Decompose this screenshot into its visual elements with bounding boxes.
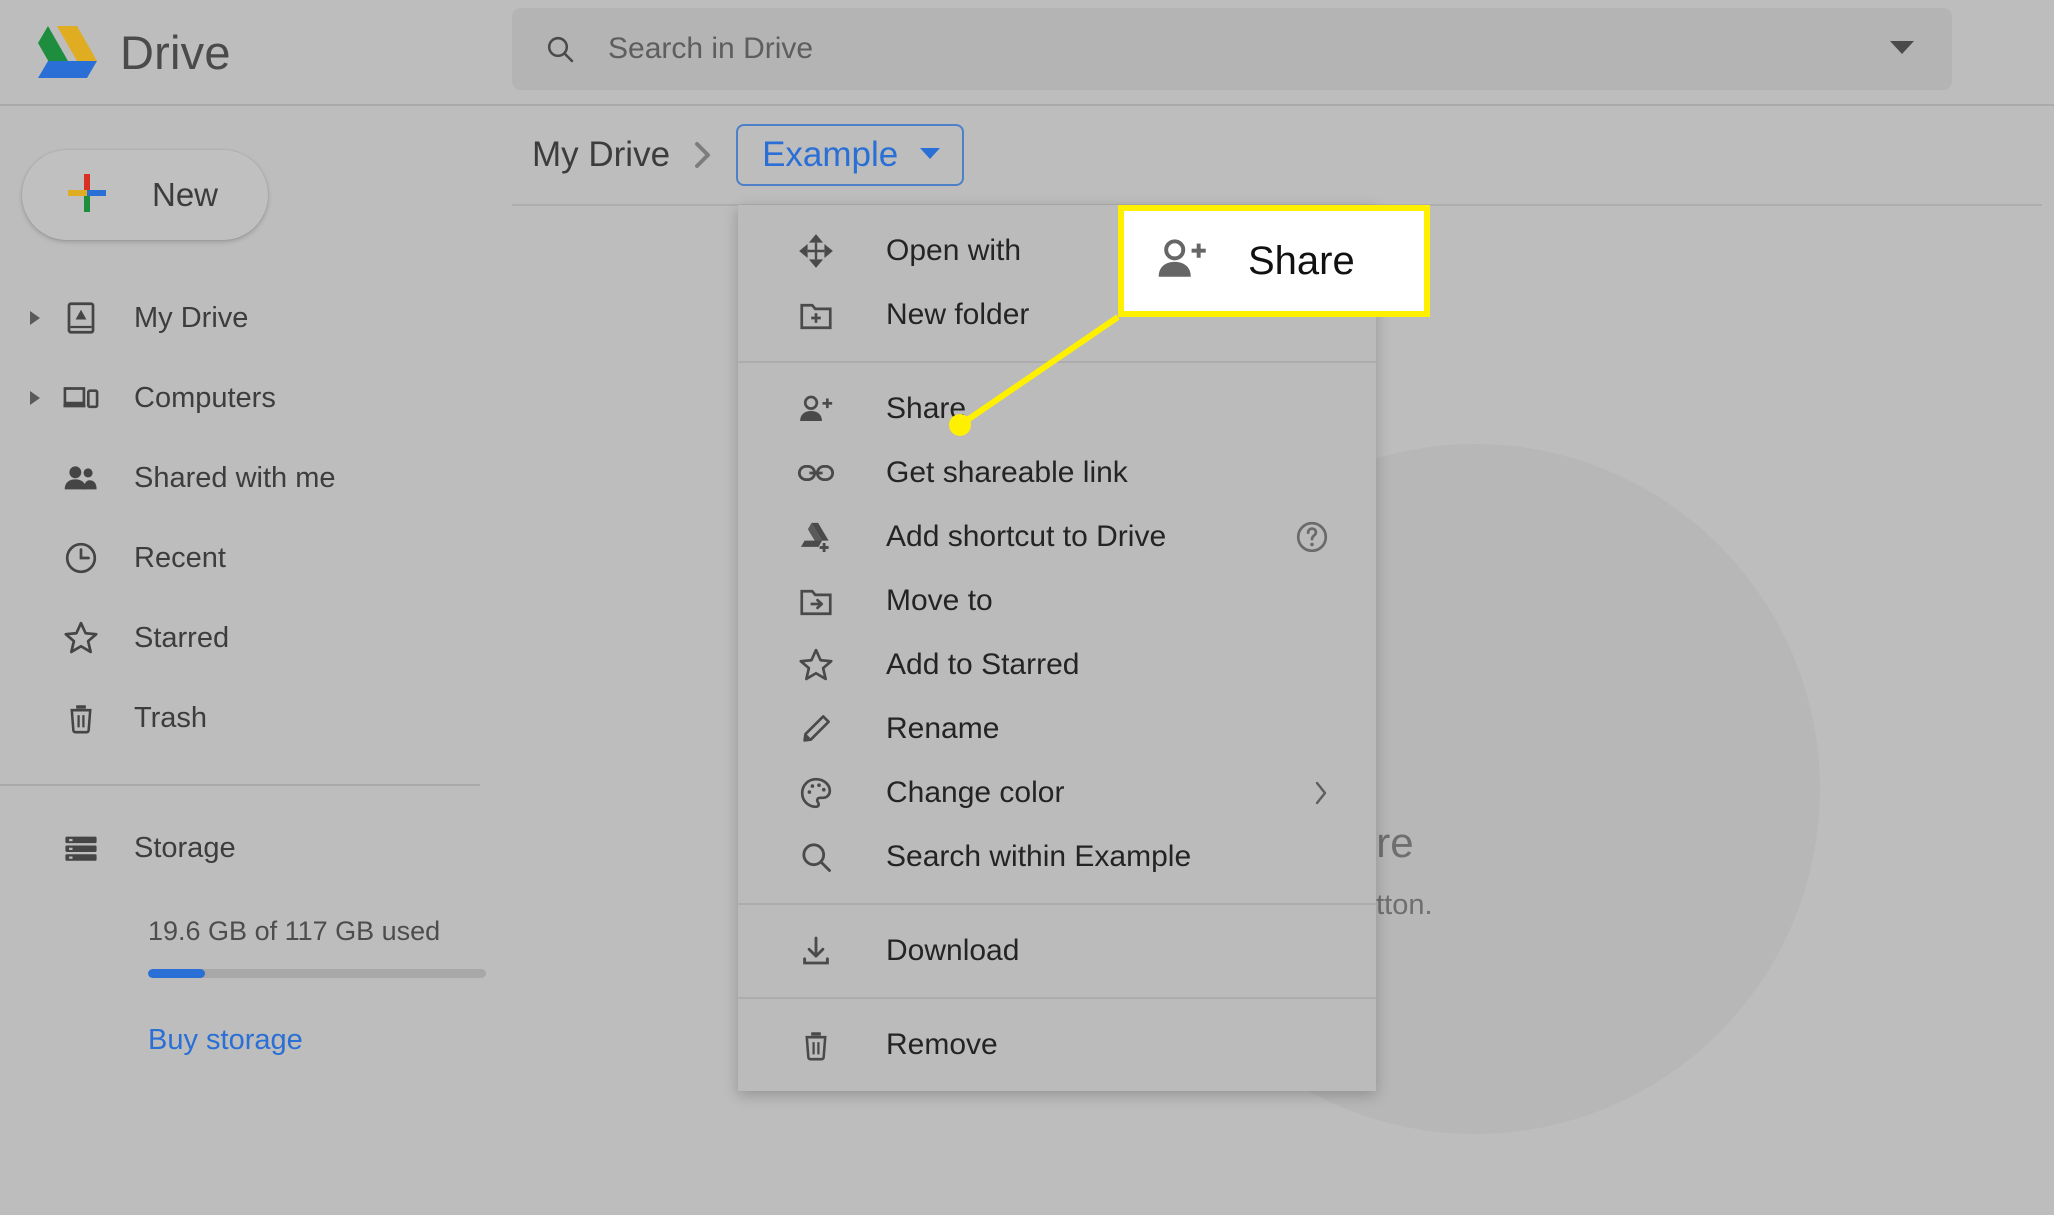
sidebar-item-label: Recent — [134, 541, 226, 574]
search-icon — [547, 36, 574, 63]
menu-item-add-shortcut-to-drive[interactable]: Add shortcut to Drive — [738, 505, 1376, 569]
star-outline-icon — [796, 646, 836, 684]
new-button[interactable]: New — [22, 150, 268, 240]
menu-item-label: Change color — [886, 776, 1065, 809]
chevron-right-icon — [692, 140, 714, 170]
sidebar-item-label: Computers — [134, 381, 276, 414]
help-circle-icon[interactable] — [1294, 519, 1330, 555]
breadcrumb-my-drive[interactable]: My Drive — [532, 135, 670, 175]
person-add-icon — [796, 392, 836, 426]
people-icon — [54, 461, 108, 495]
menu-item-label: Add to Starred — [886, 648, 1080, 681]
sidebar-item-trash[interactable]: Trash — [0, 678, 500, 758]
top-bar: Drive — [0, 0, 2054, 104]
trash-icon — [796, 1027, 836, 1063]
new-button-label: New — [152, 176, 219, 213]
menu-item-change-color[interactable]: Change color — [738, 761, 1376, 825]
sidebar-divider — [0, 784, 480, 786]
sidebar-item-storage[interactable]: Storage — [0, 808, 500, 888]
menu-item-remove[interactable]: Remove — [738, 1013, 1376, 1077]
drive-logo-area[interactable]: Drive — [0, 0, 500, 104]
person-add-icon — [1154, 234, 1210, 289]
folder-context-menu: Open with New folder Share Get shareable… — [738, 205, 1376, 1091]
menu-item-search-within-folder[interactable]: Search within Example — [738, 825, 1376, 889]
sidebar-item-starred[interactable]: Starred — [0, 598, 500, 678]
menu-section: Share Get shareable link Add shortcut to… — [738, 361, 1376, 903]
breadcrumb-current-folder-chip[interactable]: Example — [736, 124, 965, 186]
menu-section: Download — [738, 903, 1376, 997]
sidebar-item-label: Shared with me — [134, 461, 336, 494]
menu-section: Remove — [738, 997, 1376, 1091]
search-icon — [796, 839, 836, 875]
sidebar: New My Drive Computers Shared with me Re… — [0, 104, 500, 1215]
folder-move-icon — [796, 584, 836, 618]
storage-usage-text: 19.6 GB of 117 GB used — [148, 916, 441, 946]
share-callout: Share — [1118, 205, 1430, 317]
menu-item-label: Download — [886, 934, 1020, 967]
buy-storage-link[interactable]: Buy storage — [148, 1024, 500, 1057]
menu-item-add-to-starred[interactable]: Add to Starred — [738, 633, 1376, 697]
breadcrumb: My Drive Example — [500, 106, 2054, 204]
search-input[interactable] — [608, 32, 1888, 66]
folder-plus-icon — [796, 298, 836, 332]
menu-item-label: New folder — [886, 298, 1030, 331]
pencil-icon — [796, 711, 836, 747]
storage-progress-fill — [148, 969, 206, 978]
drive-document-icon — [54, 300, 108, 336]
plus-icon — [64, 170, 110, 221]
sidebar-item-my-drive[interactable]: My Drive — [0, 278, 500, 358]
sidebar-item-computers[interactable]: Computers — [0, 358, 500, 438]
storage-progress-bar — [148, 969, 486, 978]
sidebar-item-label: Starred — [134, 621, 230, 654]
menu-item-share[interactable]: Share — [738, 377, 1376, 441]
storage-label: Storage — [134, 831, 236, 864]
sidebar-item-shared-with-me[interactable]: Shared with me — [0, 438, 500, 518]
drive-logo-icon — [38, 26, 97, 78]
chevron-right-icon — [1312, 779, 1330, 807]
menu-item-rename[interactable]: Rename — [738, 697, 1376, 761]
drive-app-window: Drive Search in Drive New My Drive Compu… — [0, 0, 2054, 1215]
expand-triangle-icon[interactable] — [16, 389, 54, 407]
star-outline-icon — [54, 619, 108, 657]
menu-item-move-to[interactable]: Move to — [738, 569, 1376, 633]
sidebar-item-recent[interactable]: Recent — [0, 518, 500, 598]
expand-triangle-icon[interactable] — [16, 309, 54, 327]
move-arrows-icon — [796, 233, 836, 269]
trash-icon — [54, 700, 108, 736]
storage-icon — [54, 831, 108, 865]
menu-item-get-shareable-link[interactable]: Get shareable link — [738, 441, 1376, 505]
sidebar-item-label: Trash — [134, 701, 208, 734]
sidebar-item-label: My Drive — [134, 301, 249, 334]
palette-icon — [796, 775, 836, 811]
menu-item-label: Add shortcut to Drive — [886, 520, 1167, 553]
menu-item-label: Share — [886, 392, 967, 425]
menu-item-label: Remove — [886, 1028, 998, 1061]
chevron-down-icon[interactable] — [1888, 38, 1916, 61]
menu-item-download[interactable]: Download — [738, 919, 1376, 983]
caret-down-icon — [918, 145, 942, 166]
menu-item-label: Move to — [886, 584, 993, 617]
drive-add-icon — [796, 520, 836, 554]
share-callout-label: Share — [1248, 238, 1355, 283]
menu-item-label: Get shareable link — [886, 456, 1128, 489]
link-icon — [796, 458, 836, 488]
drive-wordmark: Drive — [120, 25, 231, 79]
search-bar[interactable] — [512, 8, 1952, 90]
breadcrumb-current-label: Example — [762, 135, 899, 174]
clock-icon — [54, 540, 108, 576]
sidebar-nav-list: My Drive Computers Shared with me Recent… — [0, 278, 500, 758]
devices-icon — [54, 380, 108, 416]
download-icon — [796, 933, 836, 969]
menu-item-label: Open with — [886, 234, 1022, 267]
menu-item-label: Search within Example — [886, 840, 1192, 873]
menu-item-label: Rename — [886, 712, 1000, 745]
